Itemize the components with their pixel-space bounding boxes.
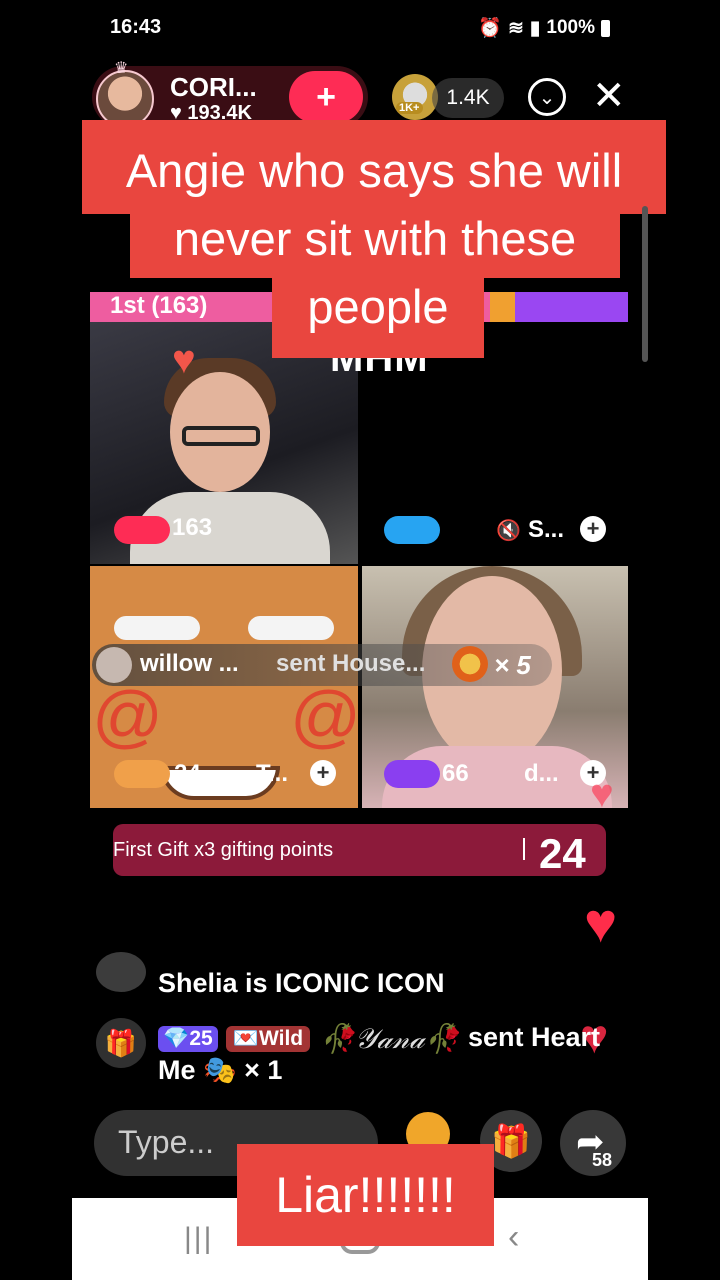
tile-2-follow-button[interactable]: + xyxy=(580,516,606,542)
comment-placeholder: Type... xyxy=(118,1124,215,1160)
scroll-indicator xyxy=(642,206,648,362)
fan-club-badge: 💌Wild xyxy=(226,1026,310,1052)
tile-4-score-pill xyxy=(384,760,440,788)
mute-icon[interactable]: 🔇 xyxy=(496,518,521,543)
tile-3-score: 24 xyxy=(174,760,201,787)
crown-icon: ♛ xyxy=(114,60,129,77)
heart-effect-icon: ♥ xyxy=(172,338,196,382)
wifi-icon: ≋ xyxy=(508,17,524,39)
host-profile-pill[interactable]: ♛ CORI... ♥ 193.4K + xyxy=(92,60,368,128)
follow-button[interactable]: + xyxy=(289,71,363,123)
viewer-rank-badge: 1K+ xyxy=(396,102,423,114)
battery-icon xyxy=(601,19,610,37)
chat-avatar xyxy=(96,952,146,992)
chat-username[interactable]: 🥀𝒴𝒶𝓃𝒶🥀 xyxy=(320,1022,460,1056)
battle-bar-right xyxy=(490,292,628,322)
battery-percent: 100% xyxy=(546,17,595,38)
gift-count: × 5 xyxy=(494,650,531,680)
gifting-points-value: 24 xyxy=(539,830,586,877)
tile-3-follow-button[interactable]: + xyxy=(310,760,336,786)
share-count: 58 xyxy=(592,1150,613,1170)
alarm-icon: ⏰ xyxy=(478,18,502,39)
filter-brow-left xyxy=(114,616,200,640)
gift-message: sent House... xyxy=(276,650,426,677)
status-icons: ⏰ ≋ ▮ 100% xyxy=(478,16,610,40)
tile-2-score-pill xyxy=(384,516,440,544)
caption-line-1: Angie who says she will xyxy=(82,120,666,214)
tile-4-name: d... xyxy=(524,760,559,787)
filter-cheek-right: @ xyxy=(290,677,358,755)
filter-brow-right xyxy=(248,616,334,640)
chat-message: Shelia is ICONIC ICON xyxy=(158,968,445,998)
tile-3-score-pill xyxy=(114,760,170,788)
recents-icon[interactable]: ||| xyxy=(184,1222,213,1256)
caption-line-3: people xyxy=(272,272,484,358)
chat-gift-detail: Me 🎭 × 1 xyxy=(158,1055,283,1085)
chat-gift-message: sent Heart xyxy=(468,1022,601,1052)
gifting-points-bar: First Gift x3 gifting points 24 xyxy=(113,824,606,877)
gifting-points-label: First Gift x3 gifting points xyxy=(113,839,334,861)
tile-3-name: T... xyxy=(256,760,289,787)
chevron-down-icon[interactable]: ⌄ xyxy=(528,78,566,116)
gift-item-icon xyxy=(452,646,488,682)
status-bar: 16:43 ⏰ ≋ ▮ 100% xyxy=(0,0,720,58)
status-time: 16:43 xyxy=(110,16,162,38)
caption-bottom: Liar!!!!!!! xyxy=(237,1144,494,1246)
guest-glasses xyxy=(182,426,260,446)
battle-rank: 1st (163) xyxy=(110,292,208,319)
floating-heart-icon: ♥ xyxy=(584,891,618,954)
gift-box-icon[interactable]: 🎁 xyxy=(96,1018,146,1068)
viewer-count[interactable]: 1.4K xyxy=(432,78,504,118)
points-divider xyxy=(523,838,525,860)
back-icon[interactable]: ‹ xyxy=(508,1218,519,1257)
gift-notification-banner: willow ... sent House... × 5 xyxy=(92,644,552,686)
tile-1-score-pill xyxy=(114,516,170,544)
tile-2-name: S... xyxy=(528,516,565,543)
floating-heart-icon: ♥ xyxy=(590,772,614,816)
close-icon[interactable]: ✕ xyxy=(592,76,626,116)
caption-line-2: never sit with these xyxy=(130,204,620,278)
gifter-avatar xyxy=(96,647,132,683)
signal-icon: ▮ xyxy=(529,17,541,39)
share-button[interactable]: ➦ 58 xyxy=(560,1110,626,1176)
tile-1-score: 163 xyxy=(172,514,213,541)
gifter-name: willow ... xyxy=(140,650,239,677)
host-name: CORI... xyxy=(170,72,257,102)
user-level-badge: 💎25 xyxy=(158,1026,218,1052)
tile-4-score: 66 xyxy=(442,760,469,787)
filter-cheek-left: @ xyxy=(92,677,164,755)
